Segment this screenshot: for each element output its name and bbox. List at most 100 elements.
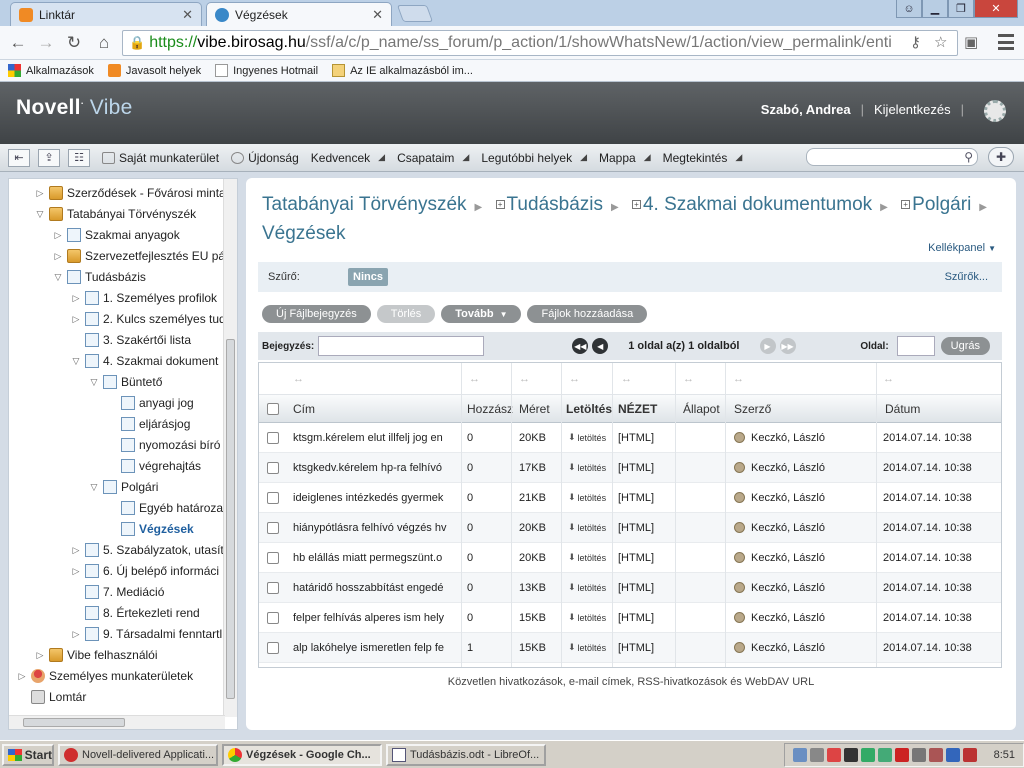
gear-icon[interactable] — [984, 100, 1006, 122]
author-link[interactable]: Keczkó, László — [734, 543, 874, 572]
filter-value-badge[interactable]: Nincs — [348, 268, 388, 286]
chrome-menu-icon[interactable] — [998, 34, 1014, 50]
author-link[interactable]: Keczkó, László — [734, 453, 874, 482]
sidebar-tree-item[interactable]: eljárásjog — [107, 414, 190, 434]
novell-vibe-logo[interactable]: Novell. Vibe — [16, 96, 133, 120]
download-link[interactable]: ⬇ letöltés — [568, 573, 612, 602]
sidebar-vertical-scrollbar[interactable] — [223, 179, 237, 717]
forward-icon[interactable]: → — [34, 32, 58, 54]
restore-icon[interactable]: ❐ — [948, 0, 974, 18]
expand-toggle-icon[interactable]: ▷ — [71, 629, 81, 640]
permalink-footer[interactable]: Közvetlen hivatkozások, e-mail címek, RS… — [246, 676, 1016, 688]
row-checkbox[interactable] — [267, 483, 283, 512]
entry-search-input[interactable] — [318, 336, 485, 356]
sidebar-tree-item[interactable]: végrehajtás — [107, 456, 201, 476]
download-link[interactable]: ⬇ letöltés — [568, 633, 612, 662]
view-html-link[interactable]: [HTML] — [618, 453, 674, 482]
resize-handle-icon[interactable]: ↔ — [519, 373, 530, 385]
row-checkbox[interactable] — [267, 453, 283, 482]
home-icon[interactable]: ⌂ — [92, 32, 116, 54]
sidebar-tree-item[interactable]: ▷ 1. Személyes profilok — [71, 288, 217, 308]
breadcrumb-item[interactable]: Tatabányai Törvényszék — [262, 194, 467, 215]
sidebar-tree-item[interactable]: Végzések — [107, 519, 194, 539]
download-link[interactable]: ⬇ letöltés — [568, 603, 612, 632]
row-checkbox[interactable] — [267, 633, 283, 662]
view-html-link[interactable]: [HTML] — [618, 513, 674, 542]
resize-handle-icon[interactable]: ↔ — [733, 373, 744, 385]
column-comments[interactable]: Hozzász — [467, 395, 513, 422]
tray-app-icon[interactable] — [945, 747, 960, 762]
filters-link[interactable]: Szűrők... — [945, 271, 988, 283]
sidebar-tree-item[interactable]: ▷ Szervezetfejlesztés EU pá — [53, 246, 225, 266]
expand-toggle-icon[interactable]: ▷ — [71, 293, 81, 304]
expand-icon[interactable]: + — [631, 200, 641, 209]
download-link[interactable]: ⬇ letöltés — [568, 483, 612, 512]
sidebar-tree-item[interactable]: anyagi jog — [107, 393, 194, 413]
previous-page-icon[interactable]: ◀ — [592, 338, 609, 354]
row-checkbox[interactable] — [267, 423, 283, 452]
tray-app-icon[interactable] — [928, 747, 943, 762]
row-checkbox[interactable] — [267, 573, 283, 602]
new-file-entry-button[interactable]: Új Fájlbejegyzés — [262, 305, 371, 323]
breadcrumb-item[interactable]: 4. Szakmai dokumentumok — [643, 194, 872, 215]
author-link[interactable]: Keczkó, László — [734, 573, 874, 602]
resize-handle-icon[interactable]: ↔ — [883, 373, 894, 385]
view-html-link[interactable]: [HTML] — [618, 633, 674, 662]
bookmark-ie-folder[interactable]: Az IE alkalmazásból im... — [332, 64, 473, 77]
scroll-thumb[interactable] — [226, 339, 235, 699]
author-link[interactable]: Keczkó, László — [734, 633, 874, 662]
tray-app-icon[interactable] — [877, 747, 892, 762]
menu-view[interactable]: Megtekintés ◢ — [663, 151, 743, 165]
user-name-link[interactable]: Szabó, Andrea — [761, 102, 851, 117]
sidebar-tree-item[interactable]: 8. Értekezleti rend — [71, 603, 200, 623]
cell-title[interactable]: ktsgkedv.kérelem hp-ra felhívó — [293, 453, 459, 482]
task-chrome[interactable]: Végzések - Google Ch... — [222, 743, 382, 766]
sidebar-tree-item[interactable]: ▽ Tatabányai Törvényszék — [35, 204, 196, 224]
extension-icon[interactable]: ▣ — [964, 33, 978, 51]
resize-handle-icon[interactable]: ↔ — [621, 373, 632, 385]
cell-title[interactable]: ktsgm.kérelem elut illfelj jog en — [293, 423, 459, 452]
sidebar-tree-item[interactable]: ▽ Tudásbázis — [53, 267, 146, 287]
sidebar-tree-item[interactable]: ▷ Szerződések - Fővárosi minta — [35, 183, 226, 203]
sidebar-tree-item[interactable]: Lomtár — [17, 687, 86, 707]
view-html-link[interactable]: [HTML] — [618, 423, 674, 452]
tab-linktar[interactable]: Linktár ✕ — [10, 2, 202, 26]
expand-toggle-icon[interactable]: ▷ — [53, 230, 63, 241]
tree-view-icon[interactable]: ☷ — [68, 148, 90, 167]
address-bar[interactable]: 🔒 https:// vibe.birosag.hu /ssf/a/c/p_na… — [122, 30, 958, 56]
close-icon[interactable]: ✕ — [182, 7, 193, 23]
row-checkbox[interactable] — [267, 543, 283, 572]
start-button[interactable]: Start — [2, 743, 54, 766]
task-novell-apps[interactable]: Novell-delivered Applicati... — [58, 743, 218, 766]
row-checkbox[interactable] — [267, 603, 283, 632]
download-link[interactable]: ⬇ letöltés — [568, 453, 612, 482]
logout-link[interactable]: Kijelentkezés — [874, 102, 951, 117]
window-close-icon[interactable]: ✕ — [974, 0, 1018, 18]
sidebar-tree-item[interactable]: ▽ 4. Szakmai dokument — [71, 351, 218, 371]
more-button[interactable]: Tovább ▼ — [441, 305, 522, 323]
back-icon[interactable]: ← — [6, 32, 30, 54]
view-html-link[interactable]: [HTML] — [618, 543, 674, 572]
view-html-link[interactable]: [HTML] — [618, 573, 674, 602]
menu-my-workspace[interactable]: Saját munkaterület — [102, 151, 219, 165]
first-page-icon[interactable]: ◀◀ — [572, 338, 589, 354]
tray-app-icon[interactable] — [843, 747, 858, 762]
bookmark-apps[interactable]: Alkalmazások — [8, 64, 94, 77]
sidebar-tree-item[interactable]: ▷ 9. Társadalmi fenntartl — [71, 624, 222, 644]
scroll-thumb[interactable] — [23, 718, 125, 727]
column-date[interactable]: Dátum — [885, 395, 995, 422]
resize-handle-icon[interactable]: ↔ — [293, 373, 304, 385]
sidebar-tree-item[interactable]: 7. Mediáció — [71, 582, 164, 602]
menu-folder[interactable]: Mappa ◢ — [599, 151, 651, 165]
menu-teams[interactable]: Csapataim ◢ — [397, 151, 469, 165]
author-link[interactable]: Keczkó, László — [734, 603, 874, 632]
new-tab-button[interactable] — [396, 5, 434, 22]
download-link[interactable]: ⬇ letöltés — [568, 423, 612, 452]
sidebar-tree-item[interactable]: ▷ 2. Kulcs személyes tud — [71, 309, 226, 329]
breadcrumb-item[interactable]: Polgári — [912, 194, 971, 215]
go-button[interactable]: Ugrás — [940, 337, 990, 355]
author-link[interactable]: Keczkó, László — [734, 423, 874, 452]
view-html-link[interactable]: [HTML] — [618, 603, 674, 632]
collapse-toggle-icon[interactable]: ▽ — [89, 482, 99, 493]
cell-title[interactable]: alp lakóhelye ismeretlen felp fe — [293, 633, 459, 662]
